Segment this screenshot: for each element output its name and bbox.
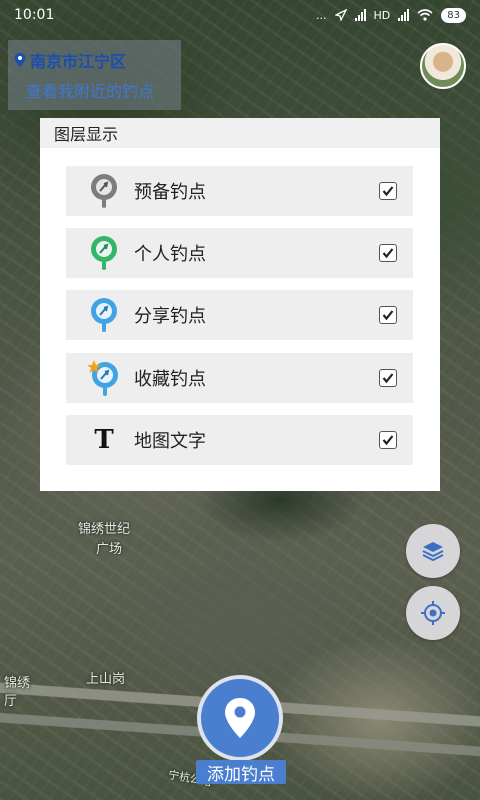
checkmark-icon	[382, 248, 394, 259]
star-fishing-pin-icon	[86, 358, 122, 398]
checkmark-icon	[382, 186, 394, 197]
layer-checkbox[interactable]	[379, 244, 397, 262]
layer-item-reserve[interactable]: 预备钓点	[66, 166, 413, 216]
layer-item-personal[interactable]: 个人钓点	[66, 228, 413, 278]
wifi-icon	[417, 9, 433, 21]
user-avatar[interactable]	[420, 43, 466, 89]
layer-label: 预备钓点	[134, 182, 206, 203]
location-pin-icon	[225, 698, 255, 738]
signal-icon-2	[398, 9, 410, 21]
layer-display-dialog: 图层显示 预备钓点 个人钓点 分享钓点 收藏钓点 T 地图文字	[40, 118, 440, 491]
nearby-spots-link[interactable]: 查看我附近的钓点	[14, 78, 175, 102]
status-dots: ...	[316, 8, 327, 22]
layer-checkbox[interactable]	[379, 182, 397, 200]
checkmark-icon	[382, 435, 394, 446]
map-label-plaza-2: 广场	[96, 542, 123, 557]
network-type: HD	[373, 8, 391, 22]
layer-item-favorites[interactable]: 收藏钓点	[66, 353, 413, 403]
text-t-icon: T	[94, 425, 114, 455]
layer-label: 分享钓点	[134, 306, 206, 327]
my-location-button[interactable]	[406, 586, 460, 640]
green-fishing-pin-icon	[86, 233, 122, 273]
map-label-plaza: 锦绣世纪	[78, 522, 131, 537]
add-spot-label[interactable]: 添加钓点	[196, 760, 286, 785]
layers-button[interactable]	[406, 524, 460, 578]
map-label-left: 锦绣	[4, 676, 31, 691]
status-time: 10:01	[14, 7, 55, 23]
location-city: 南京市江宁区	[30, 52, 127, 71]
map-label-village: 上山岗	[86, 672, 126, 687]
checkmark-icon	[382, 310, 394, 321]
layer-item-map-text[interactable]: T 地图文字	[66, 415, 413, 465]
location-pin-icon	[14, 53, 26, 67]
location-card[interactable]: 南京市江宁区 查看我附近的钓点	[8, 40, 181, 110]
layer-item-shared[interactable]: 分享钓点	[66, 290, 413, 340]
checkmark-icon	[382, 373, 394, 384]
layer-label: 地图文字	[134, 431, 206, 452]
crosshair-icon	[421, 601, 445, 625]
blue-fishing-pin-icon	[86, 295, 122, 335]
add-spot-button[interactable]	[197, 675, 283, 761]
layer-checkbox[interactable]	[379, 431, 397, 449]
dialog-title: 图层显示	[40, 118, 440, 148]
signal-icon	[354, 9, 366, 21]
layer-label: 收藏钓点	[134, 369, 206, 390]
battery-icon: 83	[441, 7, 466, 23]
layer-checkbox[interactable]	[379, 306, 397, 324]
status-bar: 10:01 ... HD 83	[0, 0, 480, 30]
gray-fishing-pin-icon	[86, 171, 122, 211]
layers-icon	[422, 542, 444, 562]
layer-label: 个人钓点	[134, 244, 206, 265]
location-arrow-icon	[334, 9, 347, 21]
layer-checkbox[interactable]	[379, 369, 397, 387]
battery-level: 83	[447, 9, 460, 21]
map-label-left-2: 厅	[4, 694, 18, 709]
